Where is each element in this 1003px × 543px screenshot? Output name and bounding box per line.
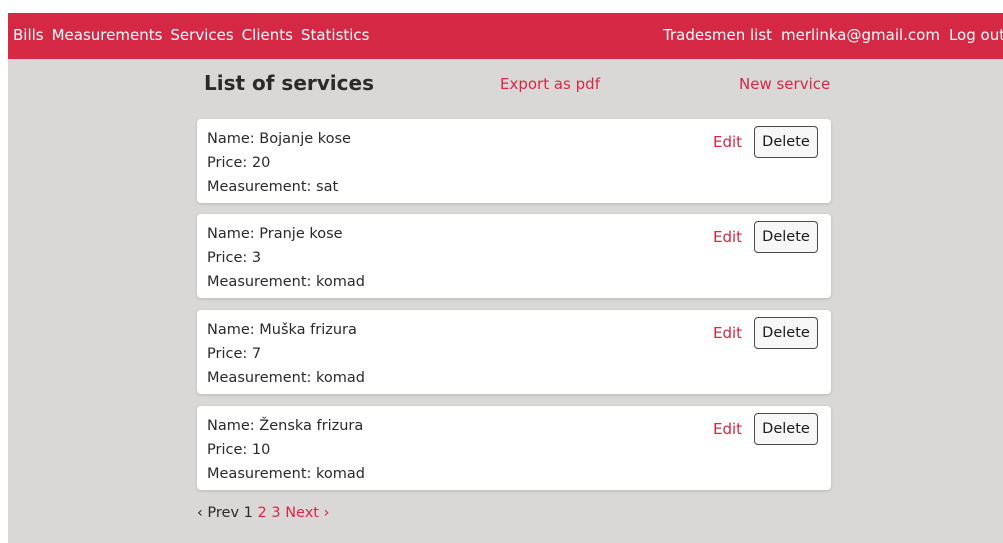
- service-measurement: Measurement: komad: [207, 466, 366, 482]
- nav-right: Tradesmen list merlinka@gmail.com Log ou…: [663, 26, 1003, 44]
- page-title: List of services: [204, 71, 374, 95]
- service-details: Name: Pranje kose Price: 3 Measurement: …: [207, 222, 365, 294]
- service-card: Name: Ženska frizura Price: 10 Measureme…: [197, 406, 831, 490]
- pagination-next[interactable]: Next ›: [285, 505, 329, 521]
- service-details: Name: Muška frizura Price: 7 Measurement…: [207, 318, 365, 390]
- edit-link[interactable]: Edit: [713, 133, 742, 151]
- service-card: Name: Muška frizura Price: 7 Measurement…: [197, 310, 831, 394]
- service-details: Name: Ženska frizura Price: 10 Measureme…: [207, 414, 365, 486]
- edit-link[interactable]: Edit: [713, 420, 742, 438]
- pagination: ‹ Prev 1 2 3 Next ›: [197, 505, 329, 521]
- export-pdf-link[interactable]: Export as pdf: [500, 75, 600, 93]
- pagination-current-page: 1: [243, 505, 253, 521]
- delete-button[interactable]: Delete: [754, 126, 818, 158]
- service-name: Name: Pranje kose: [207, 226, 343, 242]
- delete-button[interactable]: Delete: [754, 317, 818, 349]
- edit-link[interactable]: Edit: [713, 324, 742, 342]
- edit-link[interactable]: Edit: [713, 228, 742, 246]
- nav-measurements-link[interactable]: Measurements: [52, 26, 163, 44]
- navbar: Bills Measurements Services Clients Stat…: [8, 13, 1003, 59]
- nav-left: Bills Measurements Services Clients Stat…: [13, 26, 378, 44]
- nav-statistics-link[interactable]: Statistics: [301, 26, 370, 44]
- delete-button[interactable]: Delete: [754, 413, 818, 445]
- service-name: Name: Ženska frizura: [207, 418, 364, 434]
- new-service-link[interactable]: New service: [739, 75, 830, 93]
- service-measurement: Measurement: sat: [207, 179, 339, 195]
- service-measurement: Measurement: komad: [207, 370, 366, 386]
- pagination-page-3[interactable]: 3: [271, 505, 280, 521]
- service-name: Name: Muška frizura: [207, 322, 357, 338]
- logout-link[interactable]: Log out: [949, 26, 1003, 44]
- service-card: Name: Bojanje kose Price: 20 Measurement…: [197, 119, 831, 203]
- app-frame: Bills Measurements Services Clients Stat…: [8, 13, 1003, 543]
- delete-button[interactable]: Delete: [754, 221, 818, 253]
- user-email: merlinka@gmail.com: [781, 26, 940, 44]
- service-name: Name: Bojanje kose: [207, 131, 351, 147]
- service-price: Price: 7: [207, 346, 262, 362]
- nav-tradesmen-link[interactable]: Tradesmen list: [663, 26, 772, 44]
- nav-clients-link[interactable]: Clients: [242, 26, 293, 44]
- nav-services-link[interactable]: Services: [170, 26, 233, 44]
- service-price: Price: 10: [207, 442, 271, 458]
- pagination-page-2[interactable]: 2: [258, 505, 267, 521]
- service-measurement: Measurement: komad: [207, 274, 366, 290]
- service-card: Name: Pranje kose Price: 3 Measurement: …: [197, 214, 831, 298]
- pagination-prev: ‹ Prev: [197, 505, 240, 521]
- service-price: Price: 20: [207, 155, 271, 171]
- nav-bills-link[interactable]: Bills: [13, 26, 44, 44]
- service-price: Price: 3: [207, 250, 262, 266]
- service-details: Name: Bojanje kose Price: 20 Measurement…: [207, 127, 351, 199]
